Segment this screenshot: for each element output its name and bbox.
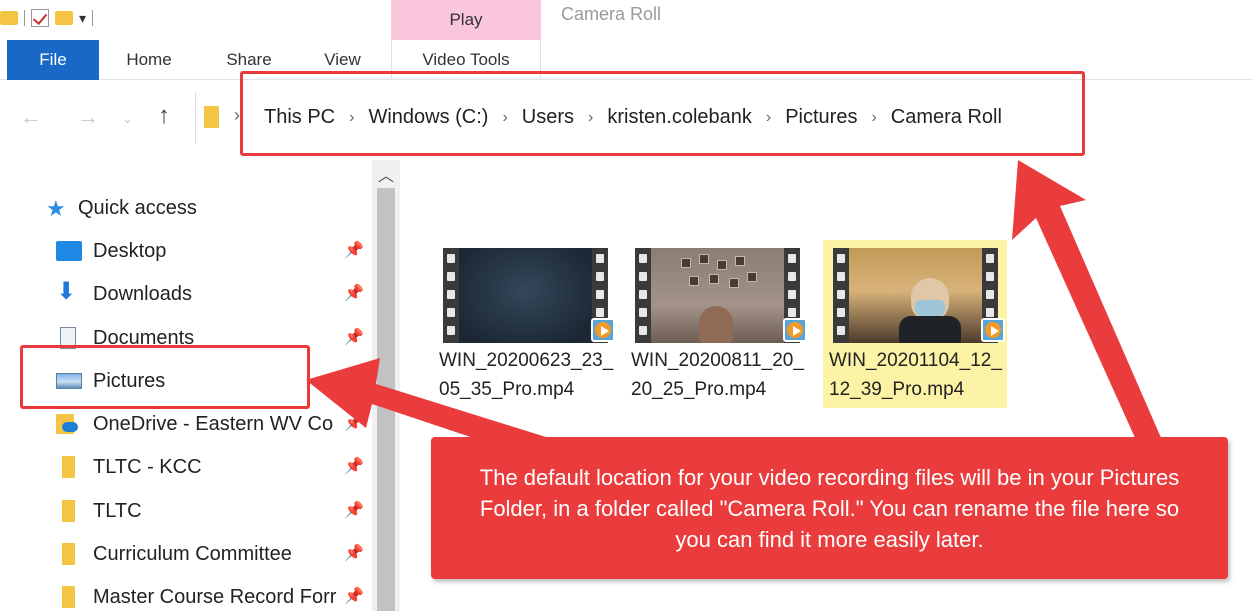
scroll-up-chevron-icon[interactable]: ︿	[378, 162, 394, 186]
sidebar-item-desktop[interactable]: Desktop 📌	[0, 232, 372, 270]
pin-icon[interactable]: 📌	[344, 283, 364, 303]
file-item[interactable]: WIN_20200623_23_05_35_Pro.mp4	[433, 240, 617, 408]
customize-toolbar-dropdown-icon[interactable]: ▾	[79, 10, 86, 27]
address-bar-highlight	[240, 71, 1085, 156]
sidebar-item-downloads[interactable]: ⬇ Downloads 📌	[0, 275, 372, 313]
file-name: WIN_20201104_12_12_39_Pro.mp4	[829, 350, 1002, 400]
sidebar-item-label: Desktop	[93, 240, 167, 262]
quick-access-toolbar: ▾	[0, 0, 94, 36]
file-name: WIN_20200811_20_20_25_Pro.mp4	[631, 350, 804, 400]
up-arrow-icon[interactable]: ↑	[158, 102, 170, 130]
pin-icon[interactable]: 📌	[344, 456, 364, 476]
sidebar-item-master-course-record[interactable]: Master Course Record Forr 📌	[0, 578, 372, 611]
sidebar-item-label: Downloads	[93, 283, 192, 305]
pictures-highlight	[20, 345, 310, 409]
new-folder-icon[interactable]	[55, 11, 73, 25]
video-thumbnail	[443, 248, 615, 343]
title-bar: ▾ Play Camera Roll	[0, 0, 1253, 40]
sidebar-item-label: OneDrive - Eastern WV Co	[93, 413, 334, 435]
folder-icon[interactable]	[0, 11, 18, 25]
video-frame	[651, 248, 784, 343]
pin-icon[interactable]: 📌	[344, 327, 364, 347]
folder-icon	[62, 500, 75, 522]
video-frame	[459, 248, 592, 343]
forward-arrow-icon[interactable]: →	[77, 104, 99, 130]
sidebar-item-tltc[interactable]: TLTC 📌	[0, 492, 372, 530]
sidebar-item-tltc-kcc[interactable]: TLTC - KCC 📌	[0, 448, 372, 486]
sidebar-item-label: Quick access	[78, 197, 197, 219]
video-frame	[849, 248, 982, 343]
film-strip	[635, 248, 651, 343]
file-name: WIN_20200623_23_05_35_Pro.mp4	[439, 350, 614, 400]
sidebar-item-label: Master Course Record Forr	[93, 586, 337, 608]
media-player-icon	[783, 318, 807, 342]
folder-icon	[62, 456, 75, 478]
film-strip	[833, 248, 849, 343]
video-thumbnail	[833, 248, 1005, 343]
media-player-icon	[981, 318, 1005, 342]
folder-icon	[204, 106, 219, 128]
recent-locations-chevron-down-icon[interactable]: ⌄	[122, 111, 133, 127]
file-item[interactable]: WIN_20200811_20_20_25_Pro.mp4	[625, 240, 809, 408]
pin-icon[interactable]: 📌	[344, 370, 364, 390]
pin-icon[interactable]: 📌	[344, 500, 364, 520]
pin-icon[interactable]: 📌	[344, 586, 364, 606]
folder-icon	[62, 543, 75, 565]
sidebar-item-onedrive[interactable]: OneDrive - Eastern WV Co 📌	[0, 405, 372, 443]
arrow-to-address-bar	[1012, 160, 1162, 440]
separator	[24, 10, 25, 26]
sidebar-item-curriculum-committee[interactable]: Curriculum Committee 📌	[0, 535, 372, 573]
downloads-icon: ⬇	[56, 278, 77, 305]
back-arrow-icon[interactable]: ←	[20, 104, 42, 130]
separator	[92, 10, 94, 26]
play-context-tab[interactable]: Play	[391, 0, 541, 40]
scrollbar-thumb[interactable]	[377, 188, 395, 611]
pin-icon[interactable]: 📌	[344, 240, 364, 260]
film-strip	[443, 248, 459, 343]
tab-home[interactable]: Home	[110, 40, 188, 80]
onedrive-icon	[56, 414, 78, 434]
sidebar-item-quick-access[interactable]: ★ Quick access	[0, 189, 372, 227]
callout-text: The default location for your video reco…	[479, 464, 1180, 552]
video-thumbnail	[635, 248, 807, 343]
sidebar-item-label: TLTC - KCC	[93, 456, 202, 478]
annotation-callout: The default location for your video reco…	[431, 437, 1228, 579]
pin-icon[interactable]: 📌	[344, 413, 364, 433]
media-player-icon	[591, 318, 615, 342]
folder-icon	[62, 586, 75, 608]
star-icon: ★	[46, 196, 66, 221]
desktop-icon	[56, 241, 82, 261]
window-title: Camera Roll	[561, 4, 662, 24]
sidebar-scrollbar[interactable]: ︿	[372, 160, 400, 611]
file-item-selected[interactable]: WIN_20201104_12_12_39_Pro.mp4	[823, 240, 1007, 408]
pin-icon[interactable]: 📌	[344, 543, 364, 563]
sidebar-item-label: TLTC	[93, 500, 142, 522]
tab-file[interactable]: File	[7, 40, 99, 80]
properties-icon[interactable]	[31, 9, 49, 27]
sidebar-item-label: Curriculum Committee	[93, 543, 292, 565]
